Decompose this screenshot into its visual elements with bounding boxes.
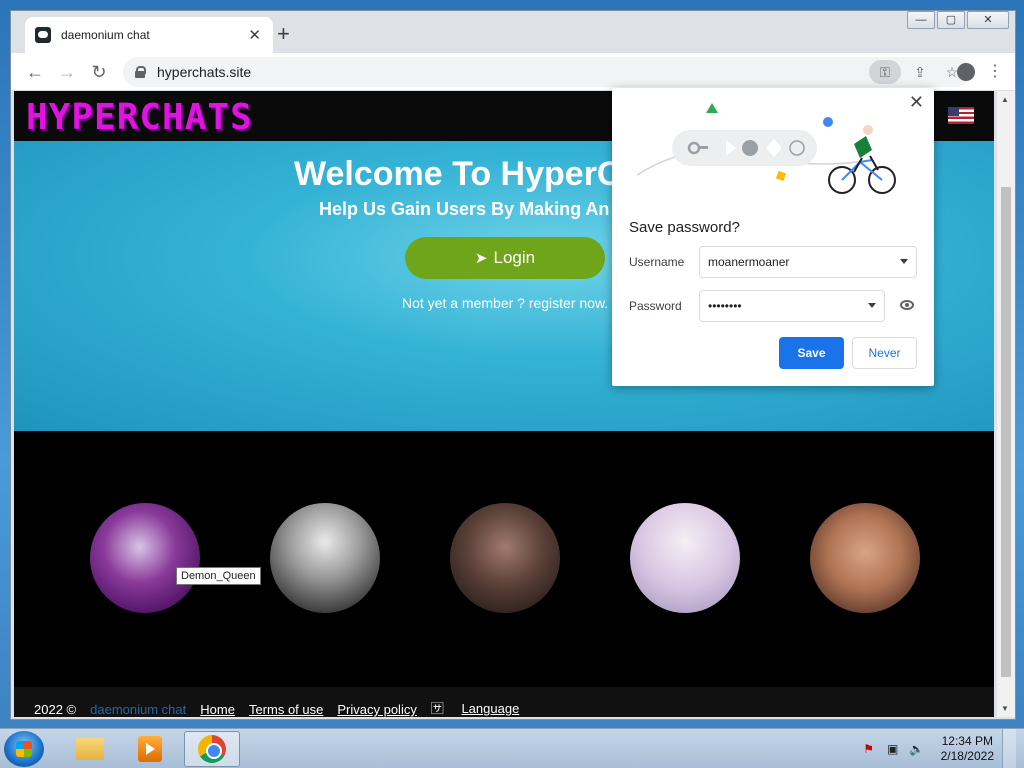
never-button[interactable]: Never bbox=[852, 337, 917, 369]
username-field[interactable]: moanermoaner bbox=[699, 246, 917, 278]
folder-icon bbox=[76, 738, 104, 760]
menu-dots-icon[interactable]: ⋮ bbox=[983, 60, 1007, 84]
forward-arrow-icon[interactable]: → bbox=[55, 60, 79, 84]
network-icon[interactable]: ▣ bbox=[885, 741, 901, 757]
footer-language-text[interactable]: Language bbox=[461, 701, 519, 716]
register-link[interactable]: Not yet a member ? register now. bbox=[402, 295, 608, 311]
save-password-dialog: ✕ Save password? Username moanermoaner P… bbox=[612, 88, 934, 386]
language-icon: 🈂 bbox=[430, 701, 448, 716]
login-button[interactable]: ➤ Login bbox=[405, 237, 605, 279]
page-scrollbar[interactable]: ▲ ▼ bbox=[997, 91, 1015, 717]
chevron-down-icon[interactable] bbox=[900, 259, 908, 264]
address-bar[interactable]: hyperchats.site ⚿ ⇪ ☆ bbox=[123, 57, 971, 87]
taskbar-explorer[interactable] bbox=[62, 731, 118, 767]
clock-date: 2/18/2022 bbox=[940, 749, 994, 763]
login-label: Login bbox=[493, 248, 536, 267]
toolbar-right: ⋮ bbox=[949, 60, 1007, 84]
save-button[interactable]: Save bbox=[779, 337, 844, 369]
scroll-down-icon[interactable]: ▼ bbox=[1001, 704, 1009, 713]
media-player-icon bbox=[138, 736, 162, 762]
footer-link-privacy[interactable]: Privacy policy bbox=[337, 702, 416, 717]
chevron-down-icon[interactable] bbox=[868, 303, 876, 308]
member-avatar[interactable] bbox=[810, 503, 920, 613]
hero-title: Welcome To HyperC bbox=[294, 155, 622, 193]
site-footer: 2022 © daemonium chat Home Terms of use … bbox=[14, 687, 994, 717]
password-illustration bbox=[636, 103, 896, 194]
footer-privacy-text[interactable]: Privacy policy bbox=[337, 702, 416, 717]
taskbar: ⚑ ▣ 🔈 12:34 PM 2/18/2022 bbox=[0, 728, 1024, 768]
member-avatar[interactable] bbox=[90, 503, 200, 613]
password-value: •••••••• bbox=[708, 299, 742, 313]
member-avatar[interactable] bbox=[630, 503, 740, 613]
footer-home-text[interactable]: Home bbox=[200, 702, 235, 717]
tab-title: daemonium chat bbox=[61, 28, 150, 42]
back-arrow-icon[interactable]: ← bbox=[23, 60, 47, 84]
taskbar-media-player[interactable] bbox=[122, 731, 178, 767]
footer-link-home[interactable]: Home bbox=[200, 702, 235, 717]
member-tooltip: Demon_Queen bbox=[176, 567, 261, 585]
scroll-up-icon[interactable]: ▲ bbox=[1001, 95, 1009, 104]
maximize-button[interactable]: ▢ bbox=[937, 11, 965, 29]
paper-plane-icon: ➤ bbox=[474, 250, 488, 267]
share-icon[interactable]: ⇪ bbox=[907, 60, 933, 84]
site-logo[interactable]: HYPERCHATS bbox=[26, 97, 253, 138]
us-flag-icon[interactable] bbox=[948, 107, 974, 124]
tab-daemonium-chat[interactable]: daemonium chat ✕ bbox=[25, 17, 273, 53]
clock-time: 12:34 PM bbox=[941, 734, 993, 748]
chrome-icon bbox=[198, 735, 226, 763]
footer-copyright: 2022 © bbox=[34, 702, 77, 717]
footer-brand-link[interactable]: daemonium chat bbox=[90, 702, 186, 717]
scroll-thumb[interactable] bbox=[1001, 187, 1011, 677]
username-value: moanermoaner bbox=[708, 255, 790, 269]
footer-link-language[interactable]: 🈂 Language bbox=[431, 698, 519, 717]
clock[interactable]: 12:34 PM 2/18/2022 bbox=[941, 734, 994, 764]
url-text: hyperchats.site bbox=[157, 64, 252, 80]
volume-icon[interactable]: 🔈 bbox=[909, 741, 925, 757]
footer-terms-text[interactable]: Terms of use bbox=[249, 702, 323, 717]
lock-icon[interactable] bbox=[135, 66, 146, 78]
browser-toolbar: ← → ↻ hyperchats.site ⚿ ⇪ ☆ ⋮ bbox=[11, 53, 1015, 91]
start-button[interactable] bbox=[4, 731, 44, 767]
action-center-icon[interactable]: ⚑ bbox=[861, 741, 877, 757]
dialog-title: Save password? bbox=[629, 219, 740, 236]
tab-close-icon[interactable]: ✕ bbox=[248, 26, 261, 44]
minimize-button[interactable]: — bbox=[907, 11, 935, 29]
window-close-button[interactable]: ✕ bbox=[967, 11, 1009, 29]
tab-strip: daemonium chat ✕ + — ▢ ✕ bbox=[11, 11, 1015, 53]
member-avatar[interactable] bbox=[450, 503, 560, 613]
member-avatar[interactable] bbox=[270, 503, 380, 613]
show-desktop-button[interactable] bbox=[1002, 729, 1016, 768]
username-label: Username bbox=[629, 255, 685, 269]
taskbar-chrome[interactable] bbox=[184, 731, 240, 767]
eye-icon[interactable] bbox=[900, 300, 914, 310]
reload-icon[interactable]: ↻ bbox=[87, 60, 111, 84]
window-controls: — ▢ ✕ bbox=[905, 11, 1009, 29]
members-section: Demon_Queen bbox=[14, 431, 994, 687]
password-field[interactable]: •••••••• bbox=[699, 290, 885, 322]
key-icon[interactable]: ⚿ bbox=[869, 60, 901, 84]
system-tray: ⚑ ▣ 🔈 12:34 PM 2/18/2022 bbox=[861, 729, 1024, 768]
new-tab-button[interactable]: + bbox=[277, 23, 290, 45]
footer-link-terms[interactable]: Terms of use bbox=[249, 702, 323, 717]
profile-icon[interactable] bbox=[957, 63, 975, 81]
hero-subtitle: Help Us Gain Users By Making An bbox=[319, 199, 610, 219]
password-label: Password bbox=[629, 299, 682, 313]
chat-favicon-icon bbox=[35, 27, 51, 43]
